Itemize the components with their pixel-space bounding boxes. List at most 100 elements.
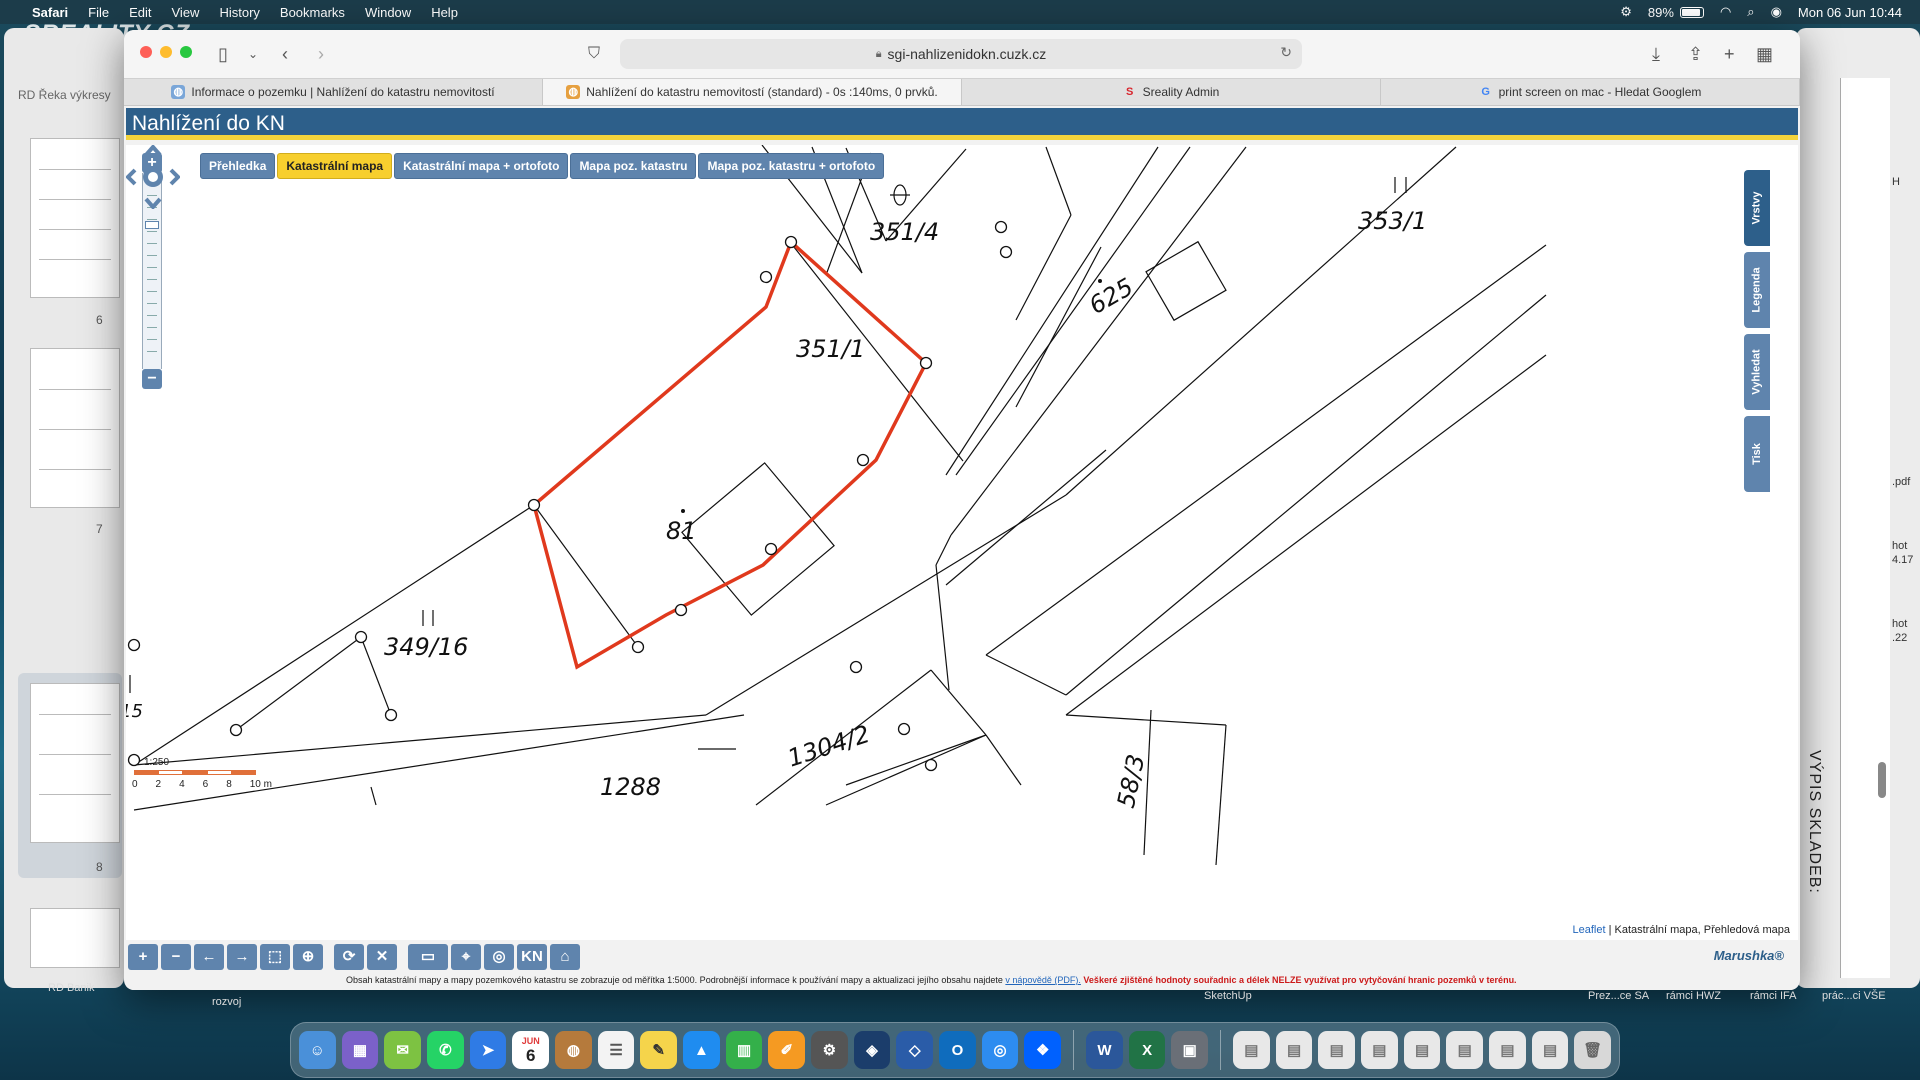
selected-parcel-outline[interactable] — [532, 239, 929, 670]
menu-edit[interactable]: Edit — [129, 5, 151, 20]
document-icon[interactable]: ▤ — [1318, 1031, 1356, 1069]
page-thumbnail[interactable] — [30, 138, 120, 298]
trash-icon[interactable]: 🗑︎ — [1574, 1031, 1612, 1069]
excel-icon[interactable]: X — [1128, 1031, 1166, 1069]
fullscreen-window-button[interactable] — [180, 46, 192, 58]
tab-sreality-admin[interactable]: S Sreality Admin — [962, 79, 1381, 105]
full-extent-icon[interactable]: ⊕ — [293, 944, 323, 970]
pan-down-icon[interactable] — [144, 197, 162, 209]
menu-history[interactable]: History — [219, 5, 259, 20]
menu-view[interactable]: View — [172, 5, 200, 20]
maps-icon[interactable]: ➤ — [469, 1031, 507, 1069]
document-icon[interactable]: ▤ — [1275, 1031, 1313, 1069]
document-icon[interactable]: ▤ — [1446, 1031, 1484, 1069]
clear-map-icon[interactable]: ✕ — [367, 944, 397, 970]
outlook-icon[interactable]: O — [939, 1031, 976, 1069]
map-btn-katastralni-ortofoto[interactable]: Katastrální mapa + ortofoto — [394, 153, 569, 179]
refresh-map-icon[interactable]: ⟳ — [334, 944, 364, 970]
whatsapp-icon[interactable]: ✆ — [427, 1031, 464, 1069]
document-icon[interactable]: ▤ — [1361, 1031, 1398, 1069]
sketchup-icon[interactable]: ◈ — [853, 1031, 891, 1069]
screenshot-app-icon[interactable]: ▣ — [1171, 1031, 1209, 1069]
tab-nahlizeni-kn[interactable]: ◍ Nahlížení do katastru nemovitostí (sta… — [543, 79, 962, 105]
map-canvas[interactable]: 351/4 353/1 625 351/1 81 349/16 1304/2 1… — [126, 145, 1798, 940]
help-pdf-link[interactable]: v nápovědě (PDF). — [1005, 975, 1081, 985]
measure-icon[interactable]: ▭ — [408, 944, 448, 970]
pan-left-icon[interactable] — [126, 168, 137, 186]
pan-up-icon[interactable] — [144, 145, 162, 157]
page-thumbnail[interactable] — [30, 683, 120, 843]
sidebar-toggle-icon[interactable]: ▯ — [218, 42, 228, 66]
document-icon[interactable]: ▤ — [1489, 1031, 1526, 1069]
desktop-label[interactable]: RD Banik — [48, 982, 94, 994]
side-tab-tisk[interactable]: Tisk — [1744, 416, 1770, 492]
keynote-icon[interactable]: ▲ — [683, 1031, 720, 1069]
map-btn-mapa-poz-katastru[interactable]: Mapa poz. katastru — [570, 153, 697, 179]
back-icon[interactable]: ‹ — [282, 42, 288, 66]
numbers-icon[interactable]: ▥ — [725, 1031, 763, 1069]
document-icon[interactable]: ▤ — [1531, 1031, 1569, 1069]
preview-window-left[interactable]: RD Řeka výkresy 6 7 8 — [4, 28, 124, 988]
history-back-icon[interactable]: ← — [194, 944, 224, 970]
contacts-icon[interactable]: ◍ — [555, 1031, 592, 1069]
wifi-icon[interactable]: ◠ — [1720, 4, 1731, 20]
download-icon[interactable]: ⤓ — [1652, 42, 1660, 66]
kn-info-button[interactable]: KN — [517, 944, 547, 970]
chevron-down-icon[interactable]: ⌄ — [248, 42, 258, 66]
zoom-rectangle-icon[interactable]: ⬚ — [260, 944, 290, 970]
zoom-in-tool-icon[interactable]: + — [128, 944, 158, 970]
reminders-icon[interactable]: ☰ — [597, 1031, 635, 1069]
reload-icon[interactable]: ↻ — [1280, 44, 1292, 61]
side-tab-vyhledat[interactable]: Vyhledat — [1744, 334, 1770, 410]
page-thumbnail[interactable] — [30, 908, 120, 968]
desktop-label[interactable]: rámci HWZ — [1666, 990, 1721, 1002]
map-btn-mapa-poz-ortofoto[interactable]: Mapa poz. katastru + ortofoto — [698, 153, 885, 179]
share-icon[interactable]: ⇪ — [1688, 42, 1703, 66]
dropbox-icon[interactable]: ❖ — [1024, 1031, 1062, 1069]
battery-indicator[interactable]: 89% — [1648, 5, 1704, 20]
privacy-shield-icon[interactable]: ⛉ — [588, 42, 600, 66]
pages-icon[interactable]: ✐ — [768, 1031, 806, 1069]
messages-icon[interactable]: ✉ — [384, 1031, 422, 1069]
launchpad-icon[interactable]: ▦ — [341, 1031, 379, 1069]
siri-icon[interactable]: ◉ — [1771, 4, 1782, 20]
document-icon[interactable]: ▤ — [1403, 1031, 1441, 1069]
tab-google-search[interactable]: G print screen on mac - Hledat Googlem — [1381, 79, 1800, 105]
menu-app-name[interactable]: Safari — [32, 5, 68, 20]
new-tab-icon[interactable]: + — [1724, 42, 1735, 66]
location-pin-icon[interactable]: ⌖ — [451, 944, 481, 970]
leaflet-link[interactable]: Leaflet — [1573, 924, 1606, 936]
pan-control[interactable] — [126, 145, 180, 209]
system-preferences-icon[interactable]: ⚙ — [811, 1031, 848, 1069]
zoom-knob[interactable] — [145, 221, 159, 229]
desktop-label[interactable]: Prez...ce SA — [1588, 990, 1649, 1002]
menu-file[interactable]: File — [88, 5, 109, 20]
notes-icon[interactable]: ✎ — [640, 1031, 678, 1069]
safari-icon[interactable]: ◎ — [981, 1031, 1019, 1069]
side-tab-vrstvy[interactable]: Vrstvy — [1744, 170, 1770, 246]
word-icon[interactable]: W — [1086, 1031, 1123, 1069]
desktop-label[interactable]: rozvoj — [212, 996, 241, 1008]
scrollbar-thumb[interactable] — [1878, 762, 1886, 798]
tab-informace-o-pozemku[interactable]: ◍ Informace o pozemku | Nahlížení do kat… — [124, 79, 543, 105]
zoom-out-tool-icon[interactable]: − — [161, 944, 191, 970]
gps-icon[interactable]: ◎ — [484, 944, 514, 970]
spotlight-icon[interactable]: ⌕ — [1747, 4, 1754, 20]
page-thumbnail[interactable] — [30, 348, 120, 508]
bookmark-icon[interactable]: ⌂ — [550, 944, 580, 970]
history-forward-icon[interactable]: → — [227, 944, 257, 970]
calendar-icon[interactable]: JUN 6 — [512, 1031, 550, 1069]
pan-right-icon[interactable] — [169, 168, 180, 186]
finder-icon[interactable]: ☺ — [299, 1031, 336, 1069]
minimize-window-button[interactable] — [160, 46, 172, 58]
close-window-button[interactable] — [140, 46, 152, 58]
tab-overview-icon[interactable]: ▦ — [1756, 42, 1773, 66]
address-bar[interactable]: 🔒︎ sgi-nahlizenidokn.cuzk.cz ↻ — [620, 39, 1302, 69]
document-icon[interactable]: ▤ — [1233, 1031, 1270, 1069]
cadastral-map[interactable]: 351/4 353/1 625 351/1 81 349/16 1304/2 1… — [126, 145, 1798, 940]
layers-app-icon[interactable]: ◇ — [896, 1031, 934, 1069]
desktop-label[interactable]: rámci IFA — [1750, 990, 1796, 1002]
side-tab-legenda[interactable]: Legenda — [1744, 252, 1770, 328]
map-btn-prehledka[interactable]: Přehledka — [200, 153, 276, 179]
map-btn-katastralni-mapa[interactable]: Katastrální mapa — [277, 153, 393, 179]
